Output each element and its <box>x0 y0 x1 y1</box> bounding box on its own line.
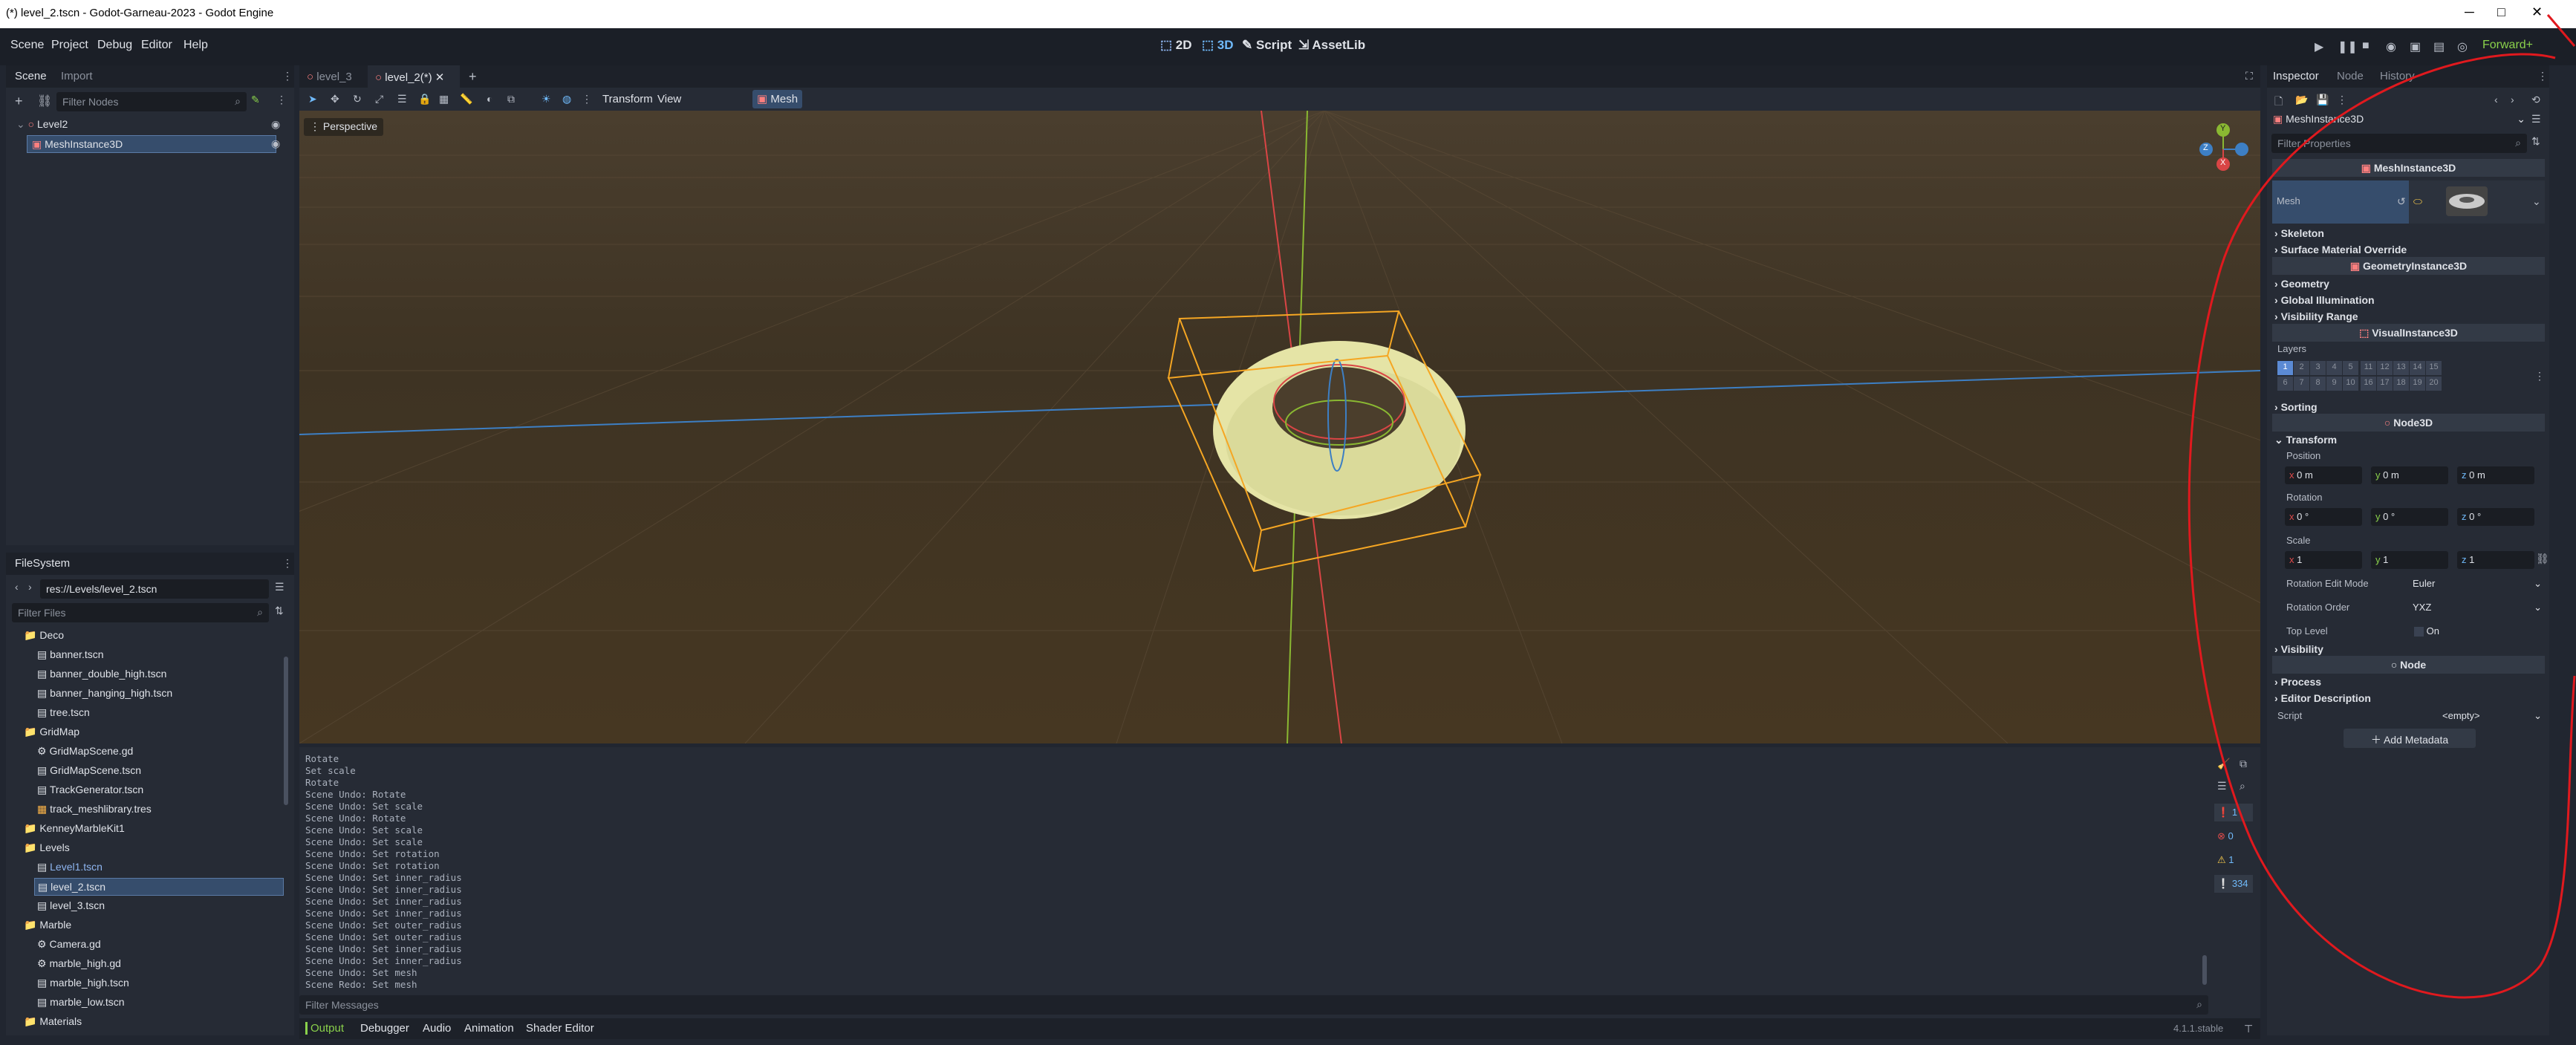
annotation-overlay <box>2188 14 2576 999</box>
annotation-circle <box>2188 53 2576 999</box>
annotation-tick <box>2546 14 2576 47</box>
